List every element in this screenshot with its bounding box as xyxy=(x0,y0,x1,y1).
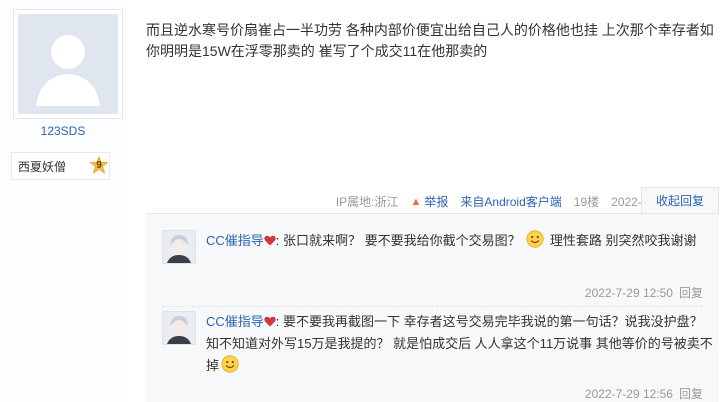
heart-icon xyxy=(264,235,276,246)
badge-level: 9 xyxy=(96,160,102,171)
badge-name: 西夏妖僧 xyxy=(18,159,67,174)
reply-username[interactable]: CC催指导 xyxy=(206,233,264,248)
reply-time: 2022-7-29 12:50 xyxy=(584,286,673,300)
reply-body: CC催指导 : 张口就来啊？ 要不要我给你截个交易图？ 理性套路 别突然咬我谢谢 xyxy=(206,230,716,252)
reply-text: : 要不要我再截图一下 幸存者这号交易完毕我说的第一句话？说我没护盘？ 知不知道… xyxy=(206,314,713,373)
client-link[interactable]: 来自Android客户端 xyxy=(460,195,561,209)
reply-time: 2022-7-29 12:56 xyxy=(584,387,673,401)
report-icon: ▲ xyxy=(410,195,422,208)
reply-divider xyxy=(162,306,703,307)
report-button[interactable]: ▲ 举报 xyxy=(411,193,449,210)
reply-avatar[interactable] xyxy=(162,230,196,264)
floor-number: 19楼 xyxy=(573,195,600,209)
collapse-replies-button[interactable]: 收起回复 xyxy=(641,187,719,214)
reply-text-continued: 理性套路 别突然咬我谢谢 xyxy=(549,233,697,248)
author-panel: 123SDS 西夏妖僧 9 xyxy=(0,0,126,402)
report-label: 举报 xyxy=(424,195,449,209)
author-avatar[interactable] xyxy=(13,9,123,119)
client-source: 来自Android客户端 xyxy=(460,193,561,210)
level-badge-icon: 9 xyxy=(89,155,109,176)
author-username[interactable]: 123SDS xyxy=(0,124,126,138)
smile-emoji-icon xyxy=(526,230,544,248)
reply-meta: 2022-7-29 12:56 回复 xyxy=(585,385,703,402)
reply-meta: 2022-7-29 12:50 回复 xyxy=(585,284,703,301)
reply-text: : 张口就来啊？ 要不要我给你截个交易图？ xyxy=(275,233,521,248)
user-level-badge[interactable]: 西夏妖僧 9 xyxy=(11,152,110,180)
heart-icon xyxy=(264,316,276,327)
reply-button[interactable]: 回复 xyxy=(679,286,703,300)
default-avatar-icon xyxy=(18,14,118,114)
reply-button[interactable]: 回复 xyxy=(679,387,703,401)
reply-username[interactable]: CC催指导 xyxy=(206,314,264,329)
reply-body: CC催指导: 要不要我再截图一下 幸存者这号交易完毕我说的第一句话？说我没护盘？… xyxy=(206,311,716,377)
smile-emoji-icon xyxy=(221,355,239,373)
sub-reply-panel: CC催指导: 张口就来啊？ 要不要我给你截个交易图？ 理性套路 别突然咬我谢谢 … xyxy=(146,213,719,402)
reply-avatar[interactable] xyxy=(162,311,196,345)
post-content: 而且逆水寒号价扇崔占一半功劳 各种内部价便宜出给自己人的价格他也挂 上次那个幸存… xyxy=(146,22,714,59)
ip-location: IP属地:浙江 xyxy=(335,195,399,209)
